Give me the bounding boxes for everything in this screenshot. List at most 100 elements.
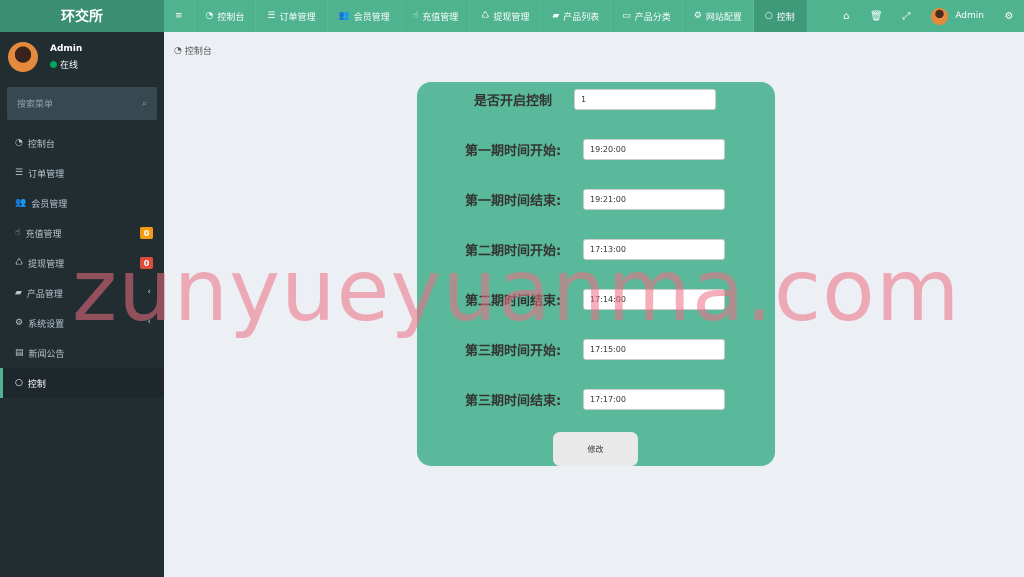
search-input[interactable]: 搜索菜单 ⌕ [7,87,157,120]
field-label: 第三期时间结束: [465,394,562,409]
period2-start-input[interactable] [583,239,725,260]
user-menu-name: Admin [955,11,984,21]
topnav-withdraw[interactable]: ♺ 提现管理 [470,0,542,32]
topnav-dashboard[interactable]: ◔ 控制台 [195,0,257,32]
settings-icon[interactable]: ⚙ [994,0,1024,32]
hamburger-icon: ≡ [175,11,183,21]
user-menu[interactable]: Admin [921,0,994,32]
card-icon: ▭ [622,11,631,21]
control-form-panel: 是否开启控制 第一期时间开始: 第一期时间结束: 第二期时间开始: 第二期时间结… [417,82,775,466]
sidebar-item-label: 控制台 [27,139,55,150]
sidebar-item-label: 控制 [27,379,46,390]
field-label: 是否开启控制 [474,94,553,109]
topnav-site-config[interactable]: ⚙ 网站配置 [683,0,754,32]
withdraw-count-badge: 0 [140,257,153,269]
search-placeholder: 搜索菜单 [17,100,54,110]
chevron-left-icon: ‹ [147,287,151,297]
dashboard-icon: ◔ [205,11,214,21]
user-panel: Admin 在线 [0,32,164,82]
period1-end-input[interactable] [583,189,725,210]
fullscreen-icon[interactable]: ⤢ [891,0,921,32]
search-icon[interactable]: ⌕ [142,99,147,109]
sidebar-item-label: 充值管理 [25,229,62,240]
dashboard-icon: ◔ [15,138,23,148]
topnav-recharge[interactable]: ☝ 充值管理 [402,0,471,32]
topnav-label: 会员管理 [353,12,390,23]
brand-logo[interactable]: 环交所 [0,0,164,32]
dashboard-icon: ◔ [174,45,182,56]
sidebar-item-label: 产品管理 [26,289,63,300]
period1-start-input[interactable] [583,139,725,160]
sidebar-item-news[interactable]: ▤ 新闻公告 [0,338,164,368]
sidebar-menu: ◔ 控制台 ☰ 订单管理 👥 会员管理 ☝ 充值管理 0 ♺ 提现管理 0 ▰ … [0,128,164,398]
sidebar-item-dashboard[interactable]: ◔ 控制台 [0,128,164,158]
circle-icon: ○ [764,11,773,21]
topnav-members[interactable]: 👥 会员管理 [328,0,402,32]
sidebar-item-withdraw[interactable]: ♺ 提现管理 0 [0,248,164,278]
list-icon: ☰ [15,168,24,178]
recharge-count-badge: 0 [140,227,153,239]
breadcrumb: ◔ 控制台 [174,44,212,58]
topnav-label: 网站配置 [705,12,742,23]
modify-button[interactable]: 修改 [553,432,638,466]
topnav-label: 充值管理 [422,12,459,23]
trash-icon[interactable]: 🗑 [861,0,891,32]
topnav-products[interactable]: ▰ 产品列表 [541,0,612,32]
user-status-text: 在线 [60,60,79,71]
gears-icon: ⚙ [15,318,24,328]
topnav-label: 提现管理 [493,12,530,23]
field-label: 第一期时间开始: [465,144,562,159]
sidebar-item-recharge[interactable]: ☝ 充值管理 0 [0,218,164,248]
user-name: Admin [50,43,83,54]
avatar [8,42,38,72]
sidebar-item-label: 新闻公告 [28,349,65,360]
form-row: 第一期时间开始: [465,139,725,160]
sidebar-item-system-settings[interactable]: ⚙ 系统设置 ‹ [0,308,164,338]
recycle-icon: ♺ [481,11,490,21]
home-icon[interactable]: ⌂ [831,0,861,32]
user-status: 在线 [50,58,82,71]
top-navbar: ≡ ◔ 控制台 ☰ 订单管理 👥 会员管理 ☝ 充值管理 ♺ 提现管理 ▰ 产品… [164,0,1024,32]
period2-end-input[interactable] [583,289,725,310]
form-row: 是否开启控制 [474,89,716,110]
sidebar-item-members[interactable]: 👥 会员管理 [0,188,164,218]
topnav-label: 控制 [776,12,795,23]
briefcase-icon: ▰ [552,11,560,21]
sidebar-item-control[interactable]: ○ 控制 [0,368,164,398]
topnav-label: 订单管理 [279,12,316,23]
circle-icon: ○ [15,378,23,388]
period3-start-input[interactable] [583,339,725,360]
sidebar-item-label: 提现管理 [28,259,65,270]
form-row: 第三期时间结束: [465,389,725,410]
sidebar: Admin 在线 搜索菜单 ⌕ ◔ 控制台 ☰ 订单管理 👥 会员管理 ☝ 充值… [0,32,164,577]
hand-icon: ☝ [412,11,419,21]
sidebar-item-label: 会员管理 [31,199,68,210]
topnav-label: 产品列表 [563,12,600,23]
sidebar-toggle-button[interactable]: ≡ [164,0,195,32]
main-content: ◔ 控制台 是否开启控制 第一期时间开始: 第一期时间结束: 第二期时间开始: … [164,32,1024,577]
briefcase-icon: ▰ [15,288,22,298]
gear-icon: ⚙ [693,11,702,21]
field-label: 第三期时间开始: [465,344,562,359]
topnav-label: 产品分类 [634,12,671,23]
topnav-orders[interactable]: ☰ 订单管理 [256,0,328,32]
breadcrumb-label[interactable]: 控制台 [185,44,212,57]
recycle-icon: ♺ [15,258,24,268]
topnav-control[interactable]: ○ 控制 [753,0,807,32]
users-icon: 👥 [15,198,27,208]
control-enabled-input[interactable] [574,89,716,110]
online-dot-icon [50,60,57,68]
field-label: 第二期时间开始: [465,244,562,259]
sidebar-item-orders[interactable]: ☰ 订单管理 [0,158,164,188]
hand-icon: ☝ [15,228,21,238]
topnav-categories[interactable]: ▭ 产品分类 [611,0,683,32]
users-icon: 👥 [338,11,350,21]
form-row: 第二期时间结束: [465,289,725,310]
sidebar-item-products[interactable]: ▰ 产品管理 ‹ [0,278,164,308]
sidebar-item-label: 订单管理 [28,169,65,180]
form-row: 第三期时间开始: [465,339,725,360]
newspaper-icon: ▤ [15,348,24,358]
period3-end-input[interactable] [583,389,725,410]
form-row: 第二期时间开始: [465,239,725,260]
